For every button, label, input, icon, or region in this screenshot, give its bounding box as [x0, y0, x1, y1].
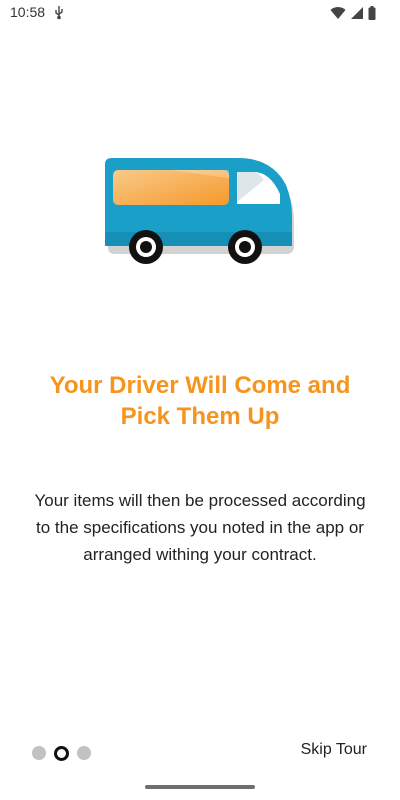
wifi-icon	[330, 7, 346, 20]
page-indicator	[32, 745, 91, 761]
body-line-2: to the specifications you noted in the a…	[36, 518, 364, 537]
battery-icon	[368, 6, 376, 20]
signal-icon	[351, 7, 363, 19]
page-dot-2-active[interactable]	[54, 745, 69, 761]
van-illustration	[105, 158, 294, 264]
skip-tour-button[interactable]: Skip Tour	[301, 741, 367, 759]
body-line-3: arranged withing your contract.	[83, 545, 317, 564]
page-dot-3[interactable]	[77, 746, 91, 760]
status-time: 10:58	[10, 4, 46, 20]
page-dot-1[interactable]	[32, 746, 46, 760]
usb-icon	[55, 6, 63, 20]
navigation-handle[interactable]	[145, 785, 255, 789]
status-bar: 10:58	[0, 0, 400, 26]
body-line-1: Your items will then be processed accord…	[34, 491, 366, 510]
title-line-1: Your Driver Will Come and	[49, 372, 351, 399]
onboarding-description: Your items will then be processed accord…	[28, 487, 372, 568]
title-line-2: Pick Them Up	[120, 403, 280, 430]
status-icons	[330, 5, 376, 21]
onboarding-title: Your Driver Will Come and Pick Them Up	[30, 370, 370, 432]
